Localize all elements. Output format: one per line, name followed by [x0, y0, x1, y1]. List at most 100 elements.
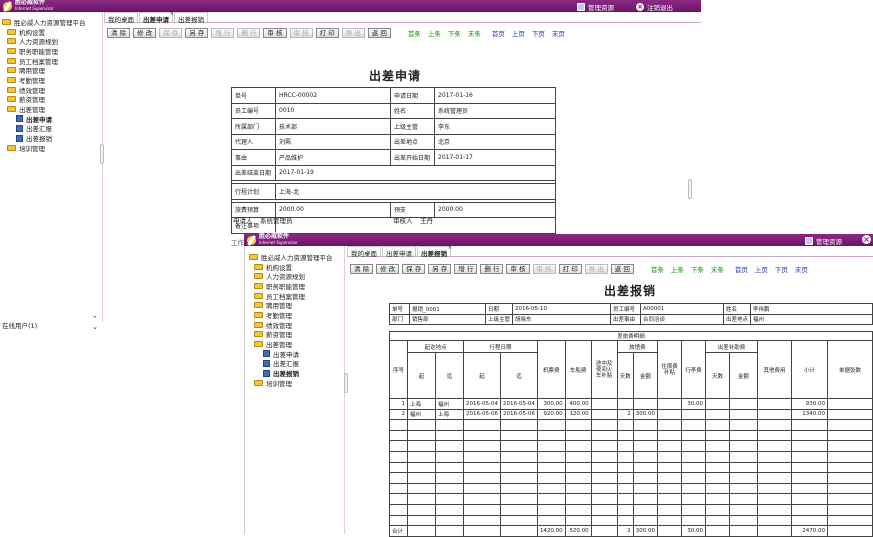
cell-air[interactable]: 920.00: [536, 408, 566, 421]
nav-page-0[interactable]: 首页: [735, 264, 748, 274]
cell-car[interactable]: [564, 440, 592, 452]
cell-from[interactable]: [407, 419, 436, 431]
cell-amt[interactable]: [632, 419, 658, 431]
cell-d1[interactable]: [463, 419, 501, 431]
cell-allow[interactable]: [590, 398, 618, 410]
field-no[interactable]: HRCC-00002: [275, 87, 391, 104]
cell-d1[interactable]: 2016-05-04: [463, 398, 501, 410]
tab-2[interactable]: 出差报销 ×: [417, 245, 452, 258]
sidebar-item-1[interactable]: 人力资源规划: [249, 271, 344, 281]
cell-live[interactable]: [656, 482, 682, 495]
field-plan[interactable]: 上海-北: [275, 183, 556, 200]
cell-from[interactable]: [407, 503, 436, 516]
field-emp[interactable]: 0010: [275, 102, 391, 119]
resource-link-2[interactable]: 管理资源: [805, 236, 842, 246]
toolbar-button-6[interactable]: 审 核: [263, 28, 287, 38]
toolbar-button-3[interactable]: 另 存: [185, 28, 209, 38]
cell-sub[interactable]: [790, 472, 828, 484]
cell-sa[interactable]: [728, 503, 758, 516]
cell-sub[interactable]: [790, 450, 828, 463]
cell-days[interactable]: [616, 503, 634, 516]
cell-air[interactable]: [536, 429, 566, 442]
nav-record-1[interactable]: 上条: [428, 28, 441, 38]
cell-car[interactable]: [564, 419, 592, 431]
cell-other[interactable]: [756, 472, 792, 484]
cell-air[interactable]: [536, 503, 566, 516]
nav-record-1[interactable]: 上条: [671, 264, 684, 274]
cell-other[interactable]: [756, 461, 792, 474]
cell-live[interactable]: [656, 419, 682, 431]
cell-to[interactable]: 上海: [435, 408, 464, 421]
scroll-toggle-icon[interactable]: ⌃ ⌄: [92, 315, 98, 331]
cell-sub[interactable]: 1340.00: [790, 408, 828, 421]
close-icon[interactable]: ×: [862, 235, 871, 244]
cell-to[interactable]: [435, 440, 464, 452]
cell-to[interactable]: [435, 461, 464, 474]
cell-air[interactable]: 300.00: [536, 398, 566, 410]
cell-from[interactable]: [407, 514, 436, 527]
cell-to[interactable]: [435, 514, 464, 527]
sidebar-item-11[interactable]: 出差报销: [2, 133, 102, 143]
cell-from[interactable]: [407, 429, 436, 442]
cell-sd[interactable]: [704, 419, 730, 431]
cell-allow[interactable]: [590, 503, 618, 516]
sidebar-item-5[interactable]: 考勤管理: [2, 75, 102, 85]
cell-car[interactable]: [564, 514, 592, 527]
cell-seq[interactable]: [389, 419, 408, 431]
cell-live[interactable]: [656, 450, 682, 463]
field-no[interactable]: 报销_0001: [409, 303, 486, 315]
cell-sub[interactable]: [790, 429, 828, 442]
cell-misc[interactable]: [680, 450, 706, 463]
cell-allow[interactable]: [590, 493, 618, 505]
cell-sub[interactable]: [790, 493, 828, 505]
cell-amt[interactable]: [632, 429, 658, 442]
cell-sd[interactable]: [704, 503, 730, 516]
cell-amt[interactable]: [632, 398, 658, 410]
cell-allow[interactable]: [590, 514, 618, 527]
cell-allow[interactable]: [590, 482, 618, 495]
cell-d1[interactable]: [463, 429, 501, 442]
cell-days[interactable]: [616, 482, 634, 495]
cell-amt[interactable]: [632, 503, 658, 516]
field-date[interactable]: 2017-01-16: [434, 87, 556, 104]
cell-from[interactable]: [407, 482, 436, 495]
cell-days[interactable]: [616, 429, 634, 442]
cell-d1[interactable]: [463, 482, 501, 495]
cell-d1[interactable]: [463, 450, 501, 463]
field-loc[interactable]: 北京: [434, 133, 556, 150]
cell-d2[interactable]: [499, 450, 538, 463]
cell-amt[interactable]: [632, 450, 658, 463]
cell-d2[interactable]: [499, 461, 538, 474]
toolbar-button-10[interactable]: 返 回: [610, 264, 634, 274]
cell-car[interactable]: [564, 461, 592, 474]
cell-air[interactable]: [536, 419, 566, 431]
nav-page-0[interactable]: 首页: [492, 28, 505, 38]
cell-misc[interactable]: [680, 429, 706, 442]
cell-live[interactable]: [656, 440, 682, 452]
field-date[interactable]: 2016-05-10: [512, 303, 612, 315]
cell-air[interactable]: [536, 514, 566, 527]
cell-docs[interactable]: [826, 461, 873, 474]
cell-allow[interactable]: [590, 461, 618, 474]
cell-from[interactable]: 福州: [407, 408, 436, 421]
cell-days[interactable]: [616, 472, 634, 484]
tree-root[interactable]: 胜必威人力资源管理平台: [2, 17, 102, 27]
cell-sa[interactable]: [728, 472, 758, 484]
cell-seq[interactable]: [389, 440, 408, 452]
cell-to[interactable]: [435, 450, 464, 463]
sidebar-item-11[interactable]: 出差报销: [249, 368, 344, 378]
cell-sa[interactable]: [728, 398, 758, 410]
cell-air[interactable]: [536, 482, 566, 495]
sidebar-splitter-2[interactable]: [344, 373, 348, 393]
cell-d1[interactable]: [463, 493, 501, 505]
cell-sd[interactable]: [704, 440, 730, 452]
tab-0[interactable]: 我的桌面: [104, 12, 138, 24]
field-agent[interactable]: 刘珮: [275, 133, 391, 150]
cell-from[interactable]: [407, 440, 436, 452]
cell-to[interactable]: [435, 493, 464, 505]
sidebar-item-0[interactable]: 机构设置: [249, 262, 344, 272]
nav-page-2[interactable]: 下页: [775, 264, 788, 274]
tab-close-icon[interactable]: ×: [170, 11, 174, 17]
cell-d2[interactable]: [499, 472, 538, 484]
tab-1[interactable]: 出差申请 ×: [139, 11, 174, 24]
